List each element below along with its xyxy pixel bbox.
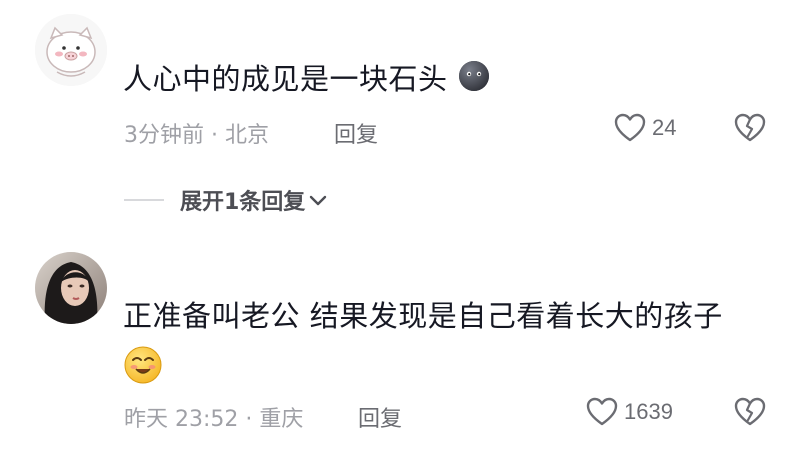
avatar[interactable]	[35, 252, 107, 324]
comment-emoji-line	[123, 345, 163, 395]
like-count: 1639	[624, 399, 673, 424]
comment-item-2: 正准备叫老公 结果发现是自己看着长大的孩子 昨天 23:52 · 重庆 回复 1…	[0, 0, 800, 456]
comment-text-content: 正准备叫老公 结果发现是自己看着长大的孩子	[123, 299, 723, 333]
user-photo-avatar-icon	[35, 252, 107, 324]
reply-button[interactable]: 回复	[358, 401, 402, 433]
smiling-face-emoji	[123, 345, 163, 395]
dislike-button[interactable]	[734, 397, 766, 431]
comment-time-location: 昨天 23:52 · 重庆	[124, 407, 304, 432]
comment-text: 正准备叫老公 结果发现是自己看着长大的孩子	[123, 296, 723, 336]
broken-heart-icon	[734, 397, 766, 426]
heart-icon	[586, 397, 618, 426]
like-button[interactable]: 1639	[586, 397, 673, 427]
